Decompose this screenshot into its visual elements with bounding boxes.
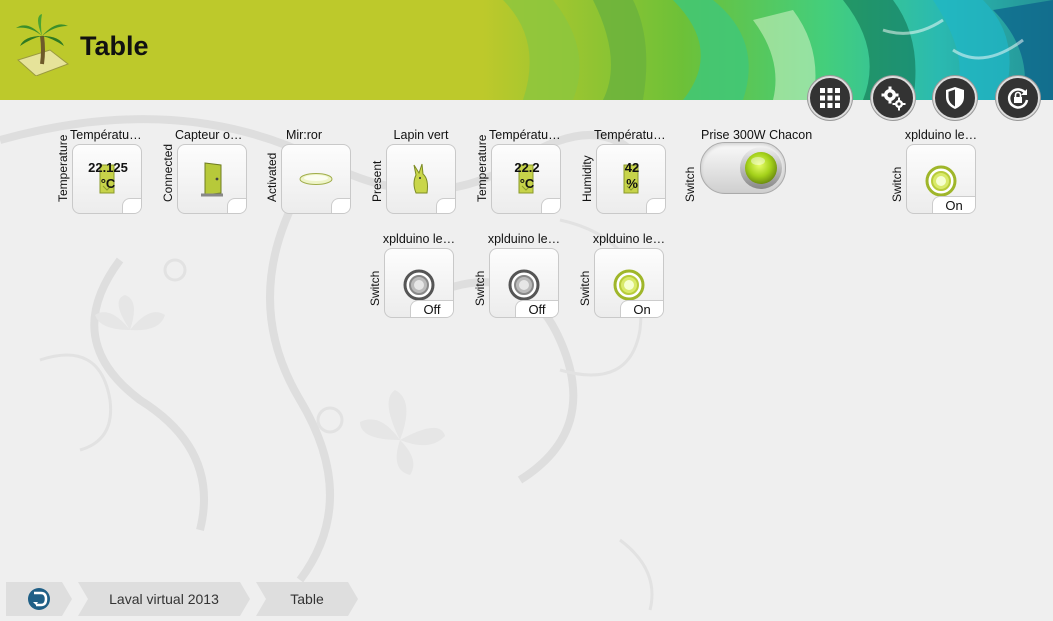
widget-side-label: Activated (265, 152, 279, 202)
grid-view-button[interactable] (808, 76, 852, 120)
widget-box[interactable]: Off (384, 248, 454, 318)
widget-fold (331, 198, 350, 213)
widget-title: xplduino le… (487, 232, 561, 246)
led-off-icon (403, 269, 435, 301)
temperature-widget[interactable]: Températur… Temperature 22.125 °C (56, 128, 144, 216)
led-on-icon (613, 269, 645, 301)
widget-box[interactable] (281, 144, 351, 214)
temperature-value: 22.125 (88, 160, 128, 175)
page-title: Table (80, 31, 149, 61)
switch-state-label: On (620, 300, 663, 317)
widget-box[interactable] (386, 144, 456, 214)
temperature-unit: °C (519, 176, 535, 191)
home-logo-icon (27, 587, 51, 611)
green-rabbit-widget[interactable]: Lapin vert Present (370, 128, 458, 216)
xplduino-led-widget-1[interactable]: xplduino le… Switch On (890, 128, 978, 216)
widget-fold (122, 198, 141, 213)
switch-state-label: Off (515, 300, 558, 317)
widget-title: Prise 300W Chacon (701, 128, 813, 142)
widget-side-label: Temperature (56, 134, 70, 202)
switch-state-label: On (932, 196, 975, 213)
widget-side-label: Switch (683, 166, 697, 202)
widget-title: xplduino le… (382, 232, 456, 246)
temperature-value: 22.2 (514, 160, 540, 175)
breadcrumb-item-laval[interactable]: Laval virtual 2013 (78, 582, 250, 616)
door-icon (201, 162, 223, 197)
rabbit-icon (413, 163, 428, 194)
widget-fold (436, 198, 455, 213)
widget-box[interactable] (177, 144, 247, 214)
connection-sensor-widget[interactable]: Capteur ou… Connected (161, 128, 249, 216)
palm-tree-logo-icon (16, 14, 70, 76)
temperature-widget-2[interactable]: Températur… Temperature 22.2 °C (475, 128, 563, 216)
widget-side-label: Switch (368, 270, 382, 306)
toggle-knob-icon (740, 147, 782, 189)
widget-box[interactable]: 22.2 °C (491, 144, 561, 214)
gears-icon (881, 86, 906, 111)
humidity-widget[interactable]: Températur… Humidity 42 % (580, 128, 668, 216)
widget-box[interactable]: 42 % (596, 144, 666, 214)
widget-side-label: Present (370, 160, 384, 202)
widget-box[interactable]: 22.125 °C (72, 144, 142, 214)
chacon-plug-toggle[interactable] (700, 142, 786, 194)
temperature-unit: °C (100, 176, 116, 191)
widget-title: Mir:ror (285, 128, 323, 142)
widget-title: Températur… (594, 128, 668, 142)
breadcrumb-home[interactable] (6, 582, 72, 616)
xplduino-led-widget-2[interactable]: xplduino le… Switch Off (368, 232, 456, 320)
widget-title: Capteur ou… (175, 128, 249, 142)
breadcrumb-item-table[interactable]: Table (256, 582, 358, 616)
widget-side-label: Humidity (580, 155, 594, 202)
widget-title: xplduino le… (904, 128, 978, 142)
xplduino-led-widget-3[interactable]: xplduino le… Switch Off (473, 232, 561, 320)
widget-side-label: Connected (161, 143, 175, 202)
widget-title: Lapin vert (393, 128, 449, 142)
settings-button[interactable] (871, 76, 915, 120)
widget-title: Températur… (489, 128, 563, 142)
lock-refresh-icon (1007, 88, 1029, 109)
lock-refresh-button[interactable] (996, 76, 1040, 120)
widget-fold (227, 198, 246, 213)
grid-icon (820, 88, 840, 108)
humidity-unit: % (626, 176, 638, 191)
xplduino-led-widget-4[interactable]: xplduino le… Switch On (578, 232, 666, 320)
widget-title: Températur… (70, 128, 144, 142)
widget-side-label: Switch (473, 270, 487, 306)
led-off-icon (508, 269, 540, 301)
shield-icon (946, 87, 964, 109)
widget-title: xplduino le… (592, 232, 666, 246)
widget-fold (646, 198, 665, 213)
widget-box[interactable]: On (906, 144, 976, 214)
security-button[interactable] (933, 76, 977, 120)
led-on-icon (925, 165, 957, 197)
widget-box[interactable]: Off (489, 248, 559, 318)
mirror-widget[interactable]: Mir:ror Activated (265, 128, 353, 216)
switch-state-label: Off (410, 300, 453, 317)
mirror-disc-icon (299, 173, 333, 185)
widget-side-label: Temperature (475, 134, 489, 202)
widget-side-label: Switch (578, 270, 592, 306)
widget-side-label: Switch (890, 166, 904, 202)
widget-box[interactable]: On (594, 248, 664, 318)
humidity-value: 42 (624, 160, 640, 175)
widget-fold (541, 198, 560, 213)
